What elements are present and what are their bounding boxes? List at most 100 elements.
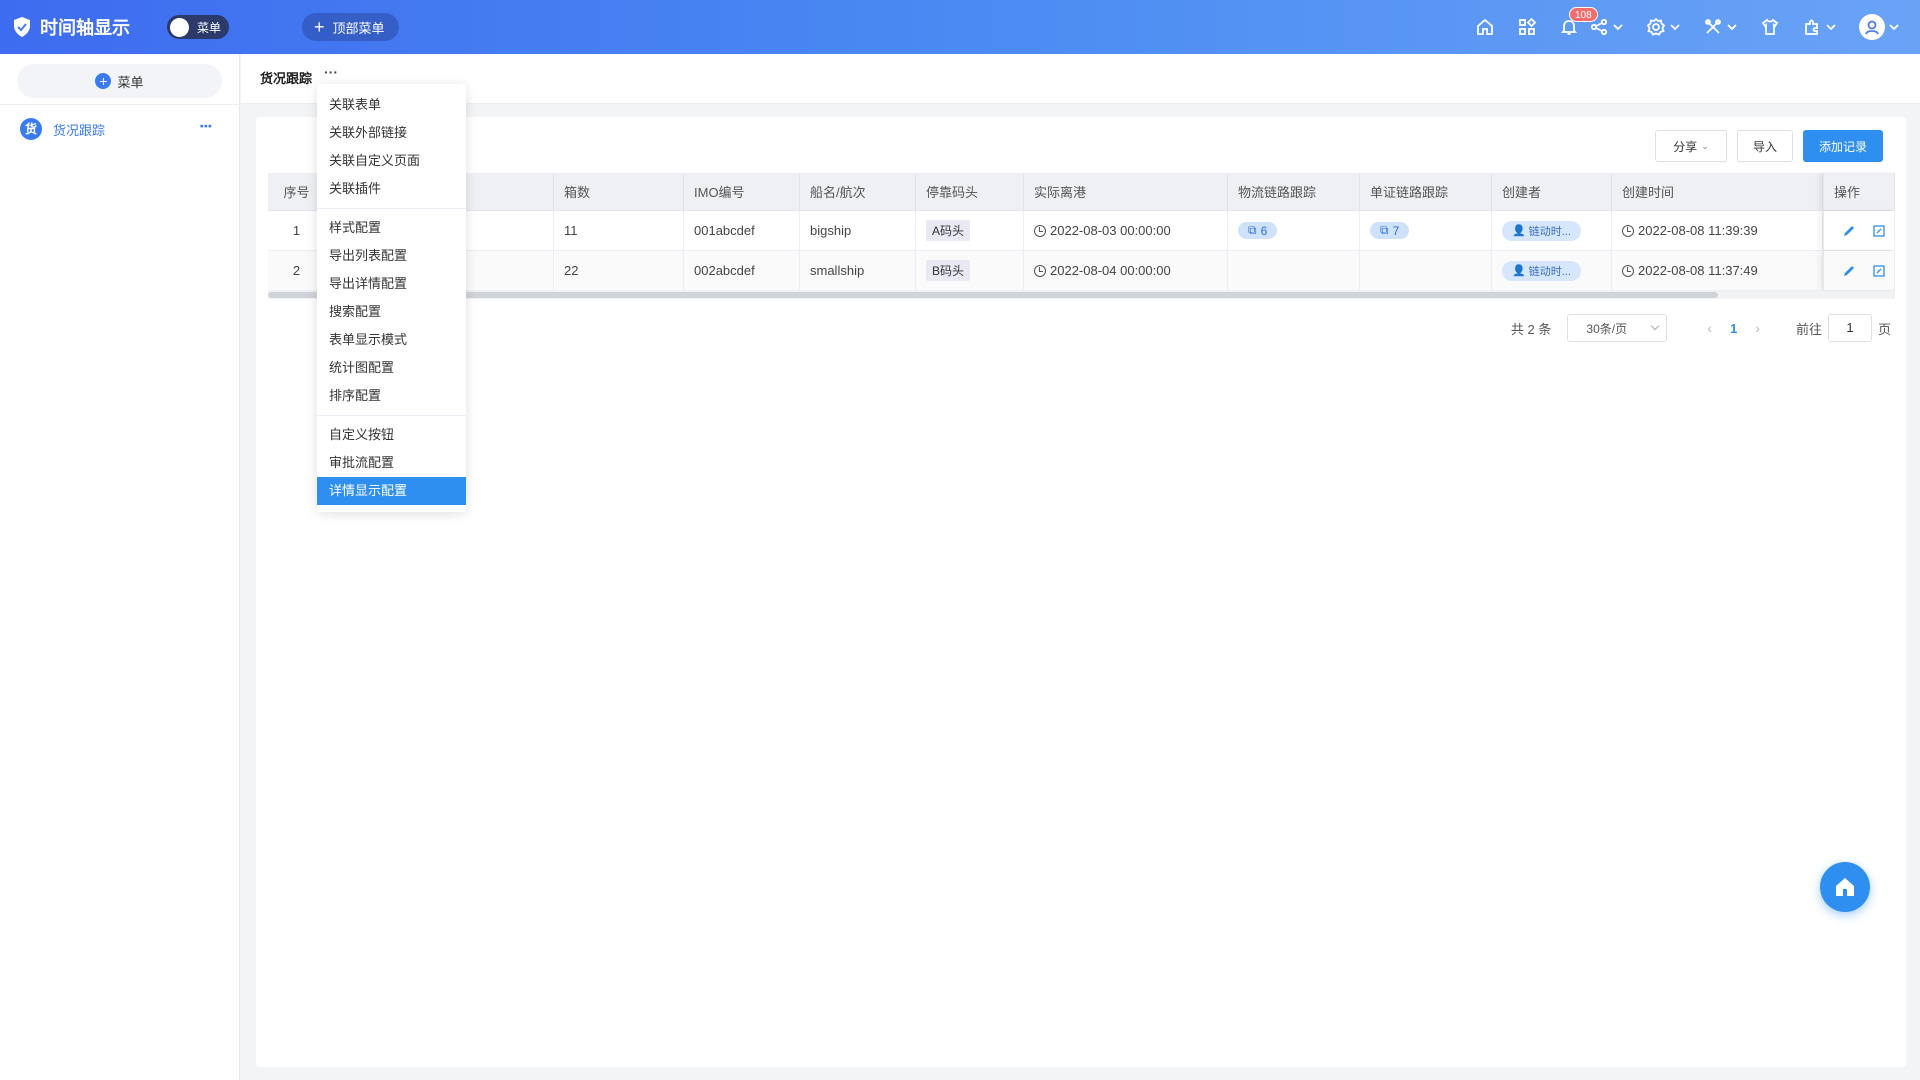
page-suffix: 页 — [1877, 321, 1891, 337]
home-icon[interactable] — [1475, 17, 1495, 37]
menu-divider — [317, 208, 466, 209]
creator-pill[interactable]: 👤 链动时... — [1502, 260, 1581, 281]
tab-title[interactable]: 货况跟踪 — [260, 68, 312, 87]
shield-icon — [14, 17, 30, 37]
table-row[interactable]: 1 整箱货 11 001abcdef bigship A码头 2022-08-0… — [268, 211, 1895, 251]
sidebar-item-cargo-tracking[interactable]: 货 货况跟踪 ⋮ — [20, 114, 220, 144]
creator-name: 链动时... — [1528, 265, 1571, 278]
floating-home-button[interactable] — [1820, 862, 1870, 912]
cell-boxes: 11 — [554, 211, 684, 250]
share-icon[interactable] — [1589, 17, 1624, 37]
departure-value: 2022-08-03 00:00:00 — [1050, 223, 1171, 238]
cell-documents: ⧉ 7 — [1360, 211, 1492, 250]
import-button[interactable]: 导入 — [1737, 130, 1793, 162]
logistics-link-pill[interactable]: ⧉ 6 — [1238, 222, 1278, 239]
documents-link-pill[interactable]: ⧉ 7 — [1370, 222, 1410, 239]
table-row[interactable]: 2 整箱货 22 002abcdef smallship B码头 2022-08… — [268, 251, 1895, 291]
cell-boxes: 22 — [554, 251, 684, 290]
add-menu-button[interactable]: + 菜单 — [17, 64, 222, 98]
current-page[interactable]: 1 — [1730, 321, 1737, 336]
menu-item-detail-display-config[interactable]: 详情显示配置 — [317, 477, 466, 505]
scrollbar-thumb[interactable] — [268, 292, 1718, 298]
chevron-down-icon — [1670, 24, 1680, 31]
chevron-down-icon — [1826, 24, 1836, 31]
col-departure[interactable]: 实际离港 — [1024, 173, 1228, 210]
col-documents[interactable]: 单证链路跟踪 — [1360, 173, 1492, 210]
share-button[interactable]: 分享 ⌄ — [1655, 130, 1727, 162]
puzzle-icon[interactable] — [1802, 17, 1837, 37]
cargo-icon: 货 — [20, 118, 42, 140]
col-dock[interactable]: 停靠码头 — [916, 173, 1024, 210]
cell-creator: 👤 链动时... — [1492, 211, 1612, 250]
menu-item-sort-config[interactable]: 排序配置 — [317, 382, 466, 410]
col-imo[interactable]: IMO编号 — [684, 173, 800, 210]
cell-created-time: 2022-08-08 11:39:39 — [1612, 211, 1823, 250]
total-count: 共 2 条 — [1510, 321, 1552, 337]
sidebar: + 菜单 货 货况跟踪 ⋮ — [0, 54, 240, 1080]
app-brand[interactable]: 时间轴显示 — [12, 0, 130, 54]
user-icon: 👤 — [1512, 265, 1526, 277]
goto-page-input[interactable]: 1 — [1827, 314, 1872, 342]
menu-item-custom-button[interactable]: 自定义按钮 — [317, 421, 466, 449]
menu-item-approval-config[interactable]: 审批流配置 — [317, 449, 466, 477]
page-size-value: 30条/页 — [1586, 321, 1628, 336]
page-size-select[interactable]: 30条/页 — [1567, 314, 1668, 342]
menu-item-search-config[interactable]: 搜索配置 — [317, 298, 466, 326]
more-vertical-icon[interactable]: ⋮ — [198, 119, 214, 130]
cell-ship: smallship — [800, 251, 916, 290]
cell-dock: A码头 — [916, 211, 1024, 250]
edit-icon[interactable] — [1842, 224, 1856, 238]
detail-icon[interactable] — [1872, 264, 1886, 278]
col-ship[interactable]: 船名/航次 — [800, 173, 916, 210]
edit-icon[interactable] — [1842, 264, 1856, 278]
dock-tag: B码头 — [926, 260, 971, 281]
add-record-button[interactable]: 添加记录 — [1803, 130, 1883, 162]
chevron-down-icon — [1889, 24, 1899, 31]
top-menu-button[interactable]: + 顶部菜单 — [302, 13, 399, 41]
menu-item-link-plugin[interactable]: 关联插件 — [317, 175, 466, 203]
menu-item-form-display-mode[interactable]: 表单显示模式 — [317, 326, 466, 354]
detail-icon[interactable] — [1872, 224, 1886, 238]
menu-divider — [317, 415, 466, 416]
col-logistics[interactable]: 物流链路跟踪 — [1228, 173, 1360, 210]
cell-imo: 001abcdef — [684, 211, 800, 250]
cell-logistics: ⧉ 6 — [1228, 211, 1360, 250]
tab-context-menu: 关联表单 关联外部链接 关联自定义页面 关联插件 样式配置 导出列表配置 导出详… — [317, 84, 466, 512]
table-header: 序号 箱数 IMO编号 船名/航次 停靠码头 实际离港 物流链路跟踪 单证链路跟… — [268, 173, 1895, 211]
cell-documents — [1360, 251, 1492, 290]
creator-pill[interactable]: 👤 链动时... — [1502, 220, 1581, 241]
creator-name: 链动时... — [1528, 225, 1571, 238]
menu-item-chart-config[interactable]: 统计图配置 — [317, 354, 466, 382]
chevron-down-icon — [1727, 24, 1737, 31]
plus-circle-icon: + — [95, 73, 112, 89]
col-creator[interactable]: 创建者 — [1492, 173, 1612, 210]
menu-toggle[interactable]: 菜单 — [167, 15, 229, 39]
user-menu[interactable] — [1859, 14, 1900, 40]
shirt-icon[interactable] — [1760, 17, 1780, 37]
menu-item-link-custom-page[interactable]: 关联自定义页面 — [317, 147, 466, 175]
menu-toggle-label: 菜单 — [197, 20, 222, 35]
chevron-down-icon — [1651, 321, 1660, 331]
col-created-time[interactable]: 创建时间 — [1612, 173, 1823, 210]
goto-label: 前往 — [1795, 321, 1822, 337]
gear-icon[interactable] — [1646, 17, 1681, 37]
col-boxes[interactable]: 箱数 — [554, 173, 684, 210]
menu-item-link-external[interactable]: 关联外部链接 — [317, 119, 466, 147]
table-horizontal-scrollbar[interactable] — [268, 291, 1895, 299]
prev-page-button[interactable]: ‹ — [1707, 320, 1712, 336]
cell-creator: 👤 链动时... — [1492, 251, 1612, 290]
cell-departure: 2022-08-03 00:00:00 — [1024, 211, 1228, 250]
menu-item-style-config[interactable]: 样式配置 — [317, 214, 466, 242]
cell-imo: 002abcdef — [684, 251, 800, 290]
next-page-button[interactable]: › — [1755, 320, 1760, 336]
bell-icon[interactable]: 108 — [1559, 7, 1598, 37]
apps-icon[interactable] — [1517, 17, 1537, 37]
records-table: 序号 箱数 IMO编号 船名/航次 停靠码头 实际离港 物流链路跟踪 单证链路跟… — [268, 173, 1895, 291]
menu-item-link-form[interactable]: 关联表单 — [317, 91, 466, 119]
documents-count: 7 — [1392, 223, 1400, 238]
menu-item-export-detail-config[interactable]: 导出详情配置 — [317, 270, 466, 298]
tab-more-button[interactable]: ··· — [324, 64, 338, 80]
tools-icon[interactable] — [1703, 17, 1738, 37]
menu-item-export-list-config[interactable]: 导出列表配置 — [317, 242, 466, 270]
top-bar: 时间轴显示 菜单 + 顶部菜单 108 — [0, 0, 1920, 54]
